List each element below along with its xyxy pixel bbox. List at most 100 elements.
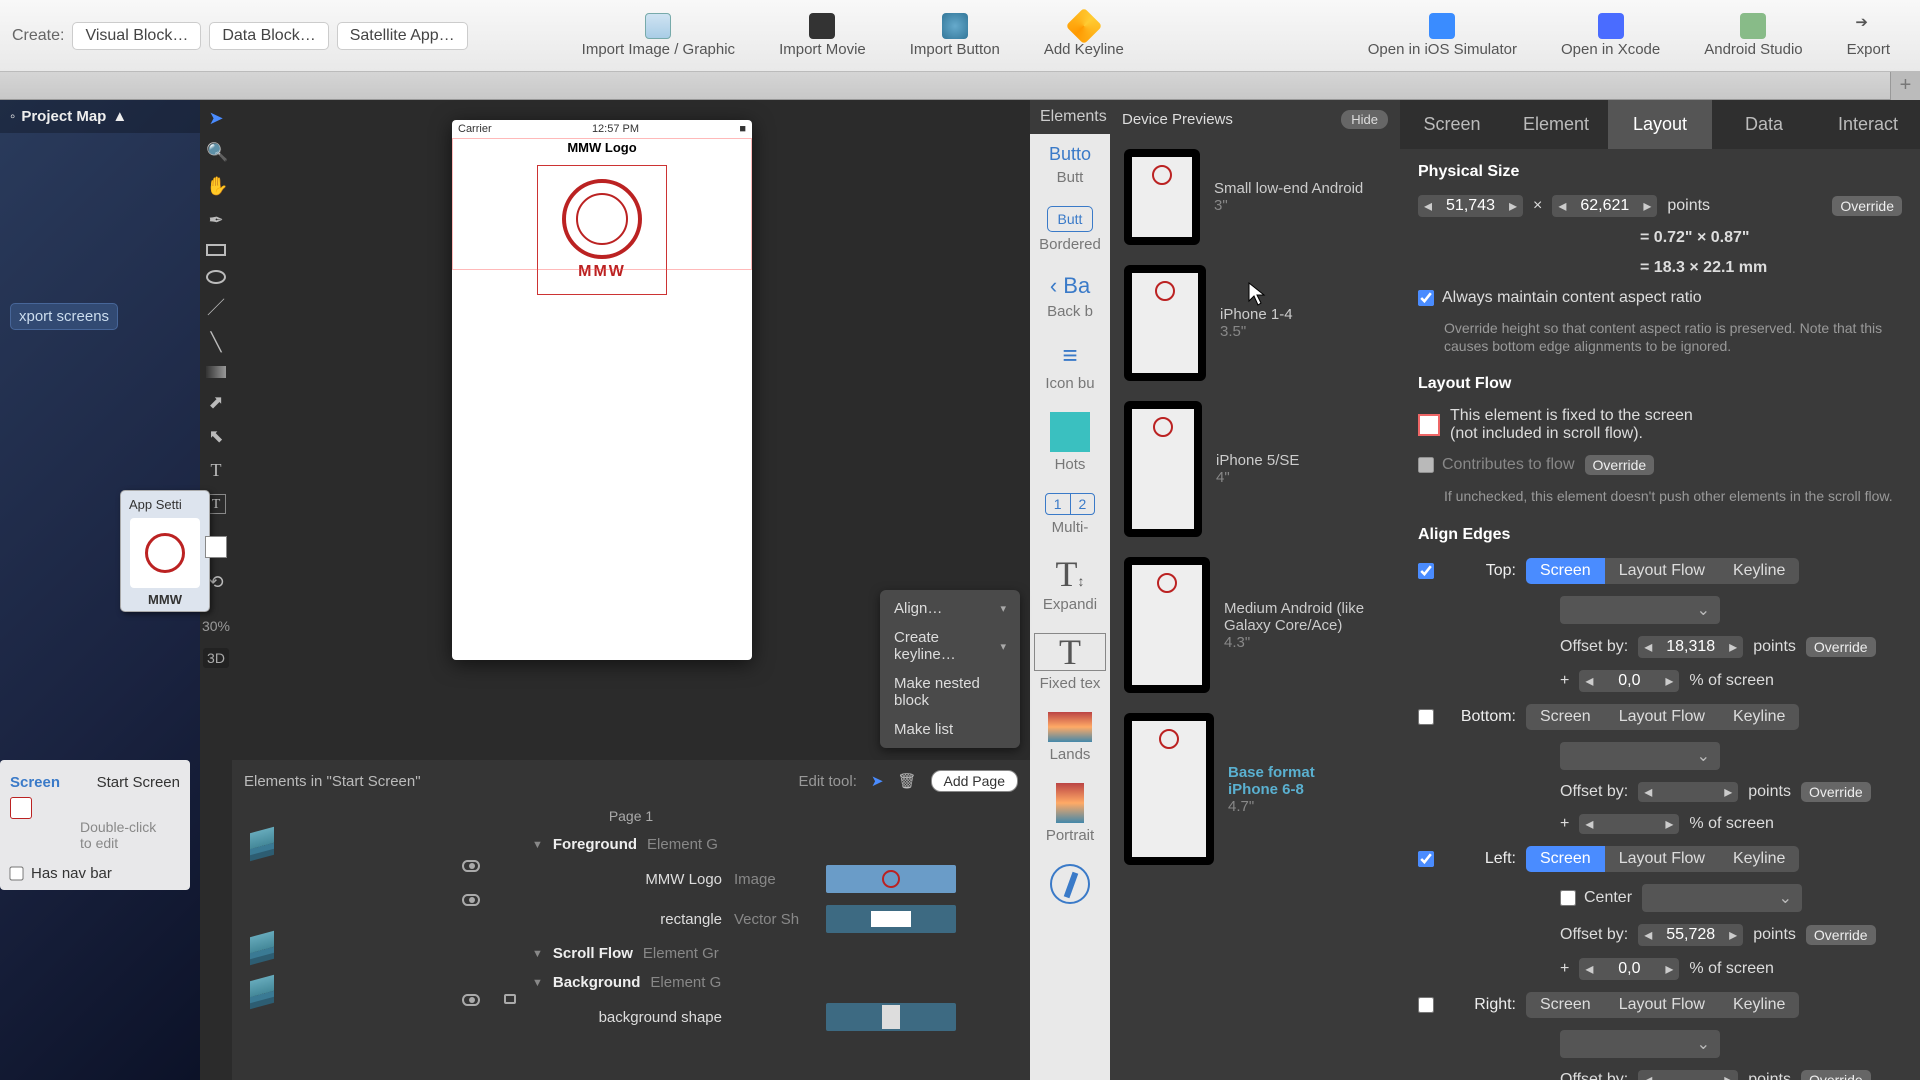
create-data-block-button[interactable]: Data Block…: [209, 22, 328, 50]
create-keyline-menu-item[interactable]: Create keyline…▾: [880, 623, 1020, 669]
tab-layout[interactable]: Layout: [1608, 100, 1712, 149]
palette-back-button[interactable]: ‹ Ba Back b: [1030, 263, 1110, 330]
zoom-tool[interactable]: 🔍: [206, 142, 226, 162]
layer-group[interactable]: ▼BackgroundElement G: [532, 968, 1030, 997]
stack-icon[interactable]: [250, 827, 274, 849]
align-seg-layout-flow[interactable]: Layout Flow: [1605, 704, 1719, 730]
palette-compass[interactable]: [1030, 854, 1110, 914]
palette-fixed-text[interactable]: T Fixed tex: [1030, 623, 1110, 702]
offset-pct-top-stepper[interactable]: ◂0,0▸: [1579, 670, 1679, 692]
device-preview-row[interactable]: Small low-end Android 3": [1110, 139, 1400, 255]
open-xcode-button[interactable]: Open in Xcode: [1543, 11, 1678, 60]
override-physical-button[interactable]: Override: [1832, 196, 1902, 216]
pointer-tool[interactable]: ➤: [206, 108, 226, 128]
palette-hotspot[interactable]: Hots: [1030, 402, 1110, 483]
keyline-select[interactable]: ⌄: [1560, 1030, 1720, 1058]
layer-item-rectangle[interactable]: rectangleVector Sh: [532, 899, 1030, 939]
add-page-button[interactable]: Add Page: [931, 770, 1019, 792]
palette-button-section[interactable]: Butto Butt: [1030, 134, 1110, 196]
offset-right-stepper[interactable]: ◂▸: [1638, 1070, 1738, 1080]
align-seg-keyline[interactable]: Keyline: [1719, 704, 1799, 730]
align-seg-screen[interactable]: Screen: [1526, 704, 1605, 730]
add-tab-button[interactable]: +: [1890, 72, 1920, 100]
keyline-select[interactable]: ⌄: [1560, 596, 1720, 624]
override-bottom-button[interactable]: Override: [1801, 782, 1871, 802]
edit-tool-pointer[interactable]: ➤: [871, 772, 884, 790]
project-thumb-card[interactable]: App Setti MMW: [120, 490, 210, 612]
android-studio-button[interactable]: Android Studio: [1686, 11, 1820, 60]
device-preview-row[interactable]: Medium Android (like Galaxy Core/Ace) 4.…: [1110, 547, 1400, 703]
tab-interact[interactable]: Interact: [1816, 100, 1920, 149]
offset-pct-bottom-stepper[interactable]: ◂▸: [1579, 814, 1679, 834]
align-seg-layout-flow[interactable]: Layout Flow: [1605, 992, 1719, 1018]
tab-element[interactable]: Element: [1504, 100, 1608, 149]
rectangle-tool[interactable]: [206, 244, 226, 256]
oval-tool[interactable]: [206, 270, 226, 284]
import-button-button[interactable]: Import Button: [892, 11, 1018, 60]
align-seg-screen[interactable]: Screen: [1526, 992, 1605, 1018]
add-keyline-button[interactable]: Add Keyline: [1026, 11, 1142, 60]
node-tool[interactable]: ⬉: [206, 426, 226, 446]
import-movie-button[interactable]: Import Movie: [761, 11, 884, 60]
stack-icon[interactable]: [250, 975, 274, 997]
align-left-checkbox[interactable]: [1418, 851, 1434, 867]
contributes-flow-checkbox[interactable]: [1418, 457, 1434, 473]
brush-tool[interactable]: ／: [206, 298, 226, 318]
align-bottom-checkbox[interactable]: [1418, 709, 1434, 725]
visibility-toggle[interactable]: [462, 994, 480, 1006]
palette-landscape-image[interactable]: Lands: [1030, 702, 1110, 773]
palette-portrait-image[interactable]: Portrait: [1030, 773, 1110, 854]
height-stepper[interactable]: ◂62,621▸: [1552, 195, 1657, 217]
color-swatch[interactable]: [205, 536, 227, 558]
device-preview-row[interactable]: Base format iPhone 6-8 4.7": [1110, 703, 1400, 875]
layer-group[interactable]: ▼Scroll FlowElement Gr: [532, 939, 1030, 968]
align-seg-keyline[interactable]: Keyline: [1719, 558, 1799, 584]
center-checkbox[interactable]: [1560, 890, 1576, 906]
export-screens-button[interactable]: xport screens: [10, 303, 118, 330]
text-tool[interactable]: T: [206, 460, 226, 480]
pen-tool[interactable]: ✒: [206, 210, 226, 230]
keyline-select[interactable]: ⌄: [1560, 742, 1720, 770]
palette-icon-button[interactable]: ≡ Icon bu: [1030, 330, 1110, 402]
layer-group[interactable]: ▼ForegroundElement G: [532, 830, 1030, 859]
line-tool[interactable]: ╲: [206, 332, 226, 352]
tab-screen[interactable]: Screen: [1400, 100, 1504, 149]
override-top-button[interactable]: Override: [1806, 637, 1876, 657]
align-seg-layout-flow[interactable]: Layout Flow: [1605, 846, 1719, 872]
device-preview-row[interactable]: iPhone 5/SE 4": [1110, 391, 1400, 547]
align-right-checkbox[interactable]: [1418, 997, 1434, 1013]
device-preview-row[interactable]: iPhone 1-4 3.5": [1110, 255, 1400, 391]
three-d-toggle[interactable]: 3D: [203, 648, 229, 668]
align-menu-item[interactable]: Align…▾: [880, 594, 1020, 623]
hand-tool[interactable]: ✋: [206, 176, 226, 196]
offset-bottom-stepper[interactable]: ◂▸: [1638, 782, 1738, 802]
offset-left-stepper[interactable]: ◂55,728▸: [1638, 924, 1743, 946]
page-tab[interactable]: Page 1: [232, 802, 1030, 830]
align-seg-layout-flow[interactable]: Layout Flow: [1605, 558, 1719, 584]
import-image-button[interactable]: Import Image / Graphic: [564, 11, 753, 60]
offset-top-stepper[interactable]: ◂18,318▸: [1638, 636, 1743, 658]
open-ios-simulator-button[interactable]: Open in iOS Simulator: [1350, 11, 1535, 60]
lock-toggle[interactable]: [504, 994, 516, 1004]
edit-tool-trash-icon[interactable]: 🗑: [897, 772, 916, 790]
zoom-level[interactable]: 30%: [202, 618, 230, 634]
export-button[interactable]: ➔Export: [1829, 11, 1908, 60]
direct-select-tool[interactable]: ⬈: [206, 392, 226, 412]
override-right-button[interactable]: Override: [1801, 1070, 1871, 1080]
tab-data[interactable]: Data: [1712, 100, 1816, 149]
create-satellite-app-button[interactable]: Satellite App…: [337, 22, 468, 50]
offset-pct-left-stepper[interactable]: ◂0,0▸: [1579, 958, 1679, 980]
layer-item-background-shape[interactable]: background shape: [532, 997, 1030, 1037]
palette-multi-button[interactable]: 12 Multi-: [1030, 483, 1110, 546]
device-frame[interactable]: Carrier 12:57 PM ■ MMW Logo MMW: [452, 120, 752, 660]
make-nested-block-menu-item[interactable]: Make nested block: [880, 669, 1020, 715]
override-flow-button[interactable]: Override: [1585, 455, 1655, 475]
palette-bordered-button[interactable]: Butt Bordered: [1030, 196, 1110, 263]
width-stepper[interactable]: ◂51,743▸: [1418, 195, 1523, 217]
has-nav-bar-checkbox[interactable]: [9, 866, 23, 880]
palette-expanding-text[interactable]: T↕ Expandi: [1030, 546, 1110, 623]
create-visual-block-button[interactable]: Visual Block…: [72, 22, 201, 50]
visibility-toggle[interactable]: [462, 860, 480, 872]
visibility-toggle[interactable]: [462, 894, 480, 906]
layer-item-mmw-logo[interactable]: MMW LogoImage: [532, 859, 1030, 899]
